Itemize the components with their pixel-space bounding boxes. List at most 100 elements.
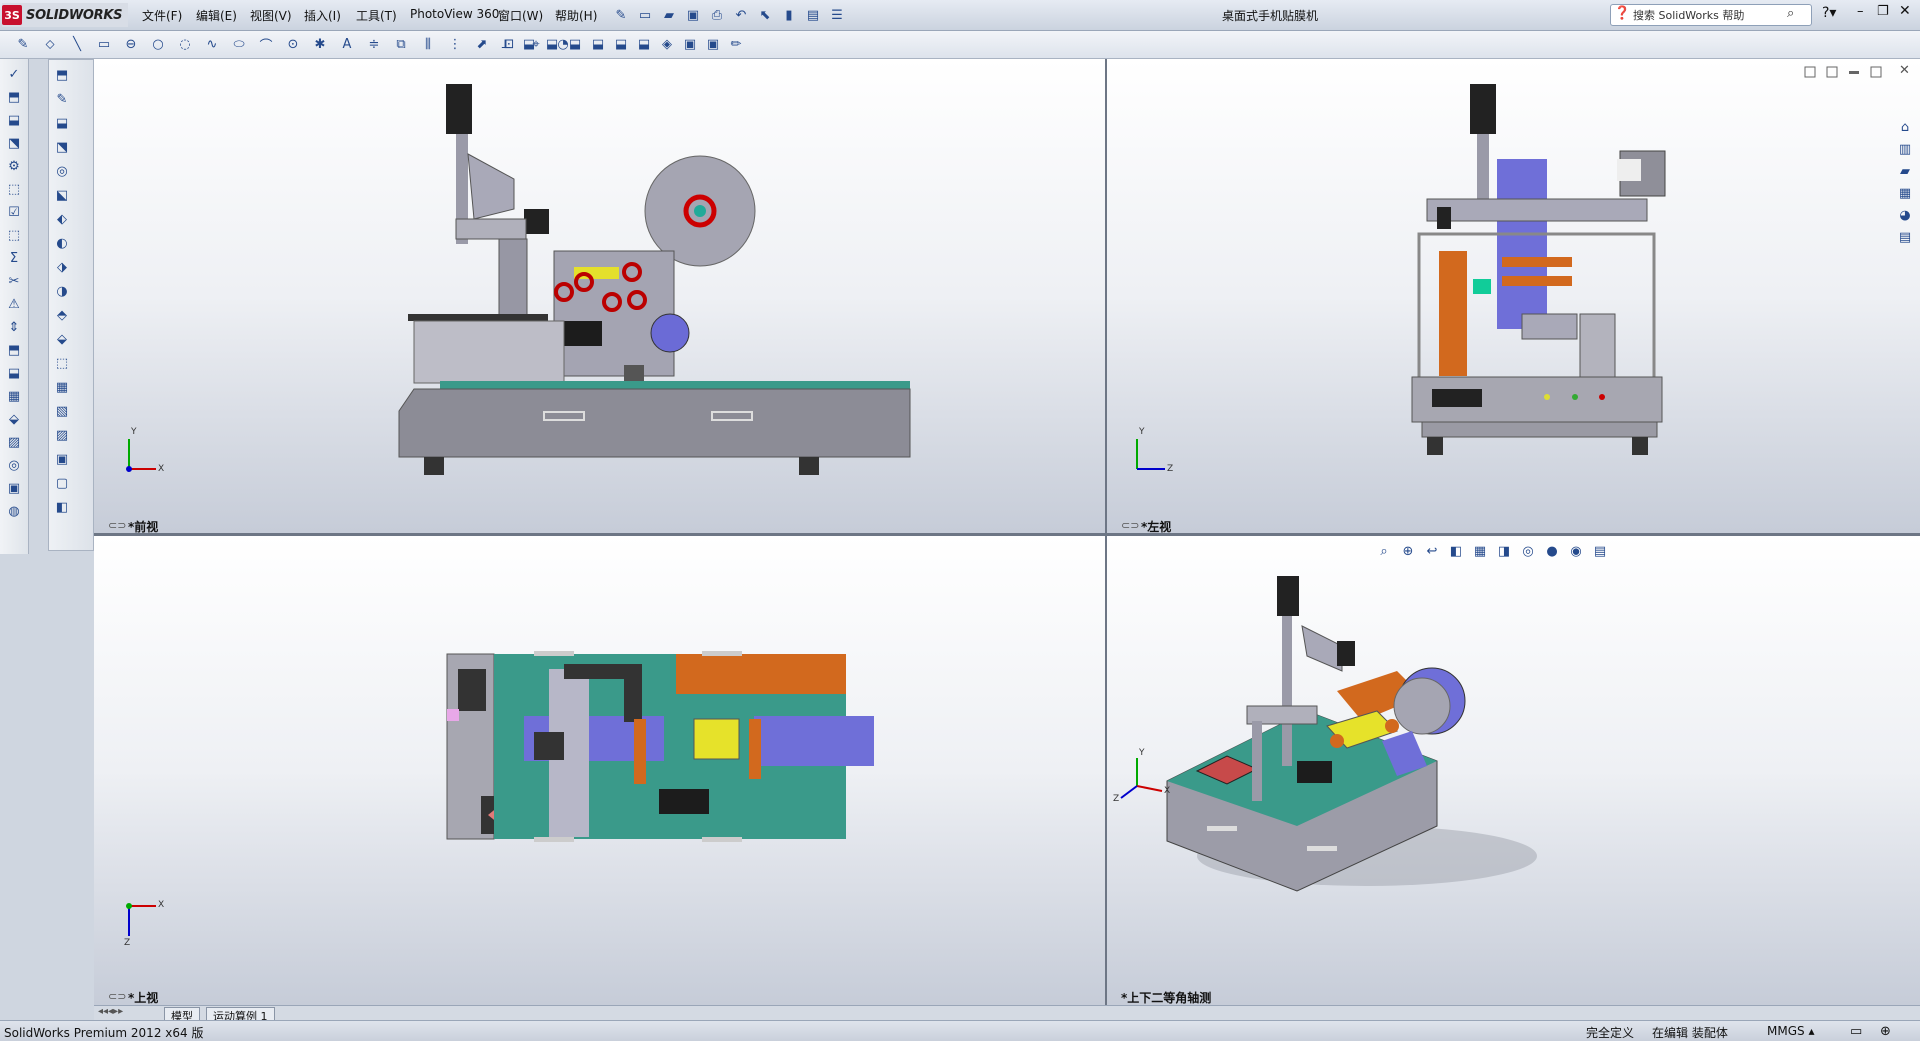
design-library-icon[interactable]: ▥ [1896,140,1914,158]
left-command-icon-9[interactable]: ✂ [5,272,23,290]
left-command-icon-11[interactable]: ⇕ [5,318,23,336]
view-back-icon[interactable]: ⬓ [543,35,561,53]
viewport-left[interactable]: Y Z ✕ ⊂⊃ *左视 [1107,59,1920,533]
help-dropdown-icon[interactable]: ?▾ [1822,5,1836,21]
feature-command-icon-15[interactable]: ▨ [53,426,71,444]
view-left-icon[interactable]: ⬓ [566,35,584,53]
offset-icon[interactable]: ≑ [365,35,383,53]
rectangle-icon[interactable]: ▭ [95,35,113,53]
viewport-splitter-horizontal[interactable] [94,533,1920,536]
undo-icon[interactable]: ↶ [732,6,750,24]
smart-dim-icon[interactable]: ⬦ [41,35,59,53]
feature-command-icon-6[interactable]: ⬖ [53,210,71,228]
view-orient-icon[interactable]: ⟂ [497,35,515,53]
menu-item-5[interactable]: PhotoView 360 [410,7,499,21]
left-command-icon-16[interactable]: ▨ [5,433,23,451]
view-top-icon[interactable]: ⬓ [612,35,630,53]
fillet-icon[interactable]: ⌒ [257,35,275,54]
viewport-top[interactable]: X Z ⊂⊃ *上视 [94,536,1105,1005]
status-zoom-icon[interactable]: ⊕ [1880,1024,1891,1039]
feature-command-icon-14[interactable]: ▧ [53,402,71,420]
left-command-icon-2[interactable]: ⬓ [5,111,23,129]
move-icon[interactable]: ⋮ [446,35,464,53]
feature-command-icon-4[interactable]: ◎ [53,162,71,180]
mirror-icon[interactable]: ⧉ [392,35,410,53]
feature-command-icon-17[interactable]: ▢ [53,474,71,492]
left-command-icon-1[interactable]: ⬒ [5,88,23,106]
print-icon[interactable]: ⎙ [708,6,726,24]
left-command-icon-4[interactable]: ⚙ [5,157,23,175]
left-command-icon-5[interactable]: ⬚ [5,180,23,198]
select-icon[interactable]: ⬉ [756,6,774,24]
resources-home-icon[interactable]: ⌂ [1896,118,1914,136]
view-right-icon[interactable]: ⬓ [589,35,607,53]
feature-command-icon-16[interactable]: ▣ [53,450,71,468]
file-explorer-icon[interactable]: ▰ [1896,162,1914,180]
view-front-icon[interactable]: ⬓ [520,35,538,53]
feature-command-icon-2[interactable]: ⬓ [53,114,71,132]
menu-item-4[interactable]: 工具(T) [356,7,397,24]
menu-item-6[interactable]: 窗口(W) [498,7,543,24]
left-command-icon-17[interactable]: ◎ [5,456,23,474]
left-command-icon-18[interactable]: ▣ [5,479,23,497]
left-command-icon-15[interactable]: ⬙ [5,410,23,428]
feature-command-icon-13[interactable]: ▦ [53,378,71,396]
status-toggle-icon[interactable]: ▭ [1850,1024,1862,1039]
viewport-isometric[interactable]: ⌕ ⊕ ↩ ◧ ▦ ◨ ◎ ● ◉ ▤ Y X Z *上下二等角轴测 [1107,536,1920,1005]
feature-command-icon-8[interactable]: ⬗ [53,258,71,276]
view-dimetric-icon[interactable]: ▣ [704,35,722,53]
line-icon[interactable]: ╲ [68,35,86,53]
view-bottom-icon[interactable]: ⬓ [635,35,653,53]
search-input[interactable]: 搜索 SolidWorks 帮助 [1633,7,1744,23]
left-command-icon-14[interactable]: ▦ [5,387,23,405]
point-icon[interactable]: ⊙ [284,35,302,53]
arc-icon[interactable]: ◌ [176,35,194,53]
feature-command-icon-9[interactable]: ◑ [53,282,71,300]
menu-item-3[interactable]: 插入(I) [304,7,341,24]
left-command-icon-6[interactable]: ☑ [5,203,23,221]
left-command-icon-12[interactable]: ⬒ [5,341,23,359]
view-iso-icon[interactable]: ◈ [658,35,676,53]
menu-item-2[interactable]: 视图(V) [250,7,292,24]
spline-icon[interactable]: ∿ [203,35,221,53]
feature-command-icon-11[interactable]: ⬙ [53,330,71,348]
restore-icon[interactable]: ❐ [1877,4,1889,19]
feature-command-icon-10[interactable]: ⬘ [53,306,71,324]
pin-icon[interactable]: ✎ [612,6,630,24]
left-command-icon-13[interactable]: ⬓ [5,364,23,382]
left-command-icon-7[interactable]: ⬚ [5,226,23,244]
text-icon[interactable]: ✱ [311,35,329,53]
left-command-icon-0[interactable]: ✓ [5,65,23,83]
circle-icon[interactable]: ○ [149,35,167,53]
slot-icon[interactable]: ⊖ [122,35,140,53]
status-units[interactable]: MMGS ▴ [1767,1024,1814,1038]
left-command-icon-10[interactable]: ⚠ [5,295,23,313]
normal-to-icon[interactable]: ✏ [727,35,745,53]
relations-icon[interactable]: ⬈ [473,35,491,53]
rebuild-icon[interactable]: ▮ [780,6,798,24]
view-palette-icon[interactable]: ▦ [1896,184,1914,202]
new-icon[interactable]: ▭ [636,6,654,24]
feature-command-icon-7[interactable]: ◐ [53,234,71,252]
left-command-icon-3[interactable]: ⬔ [5,134,23,152]
tab-scroll-arrows-icon[interactable]: ◂◂◂▸▸ [98,1006,123,1017]
left-command-icon-8[interactable]: Σ [5,249,23,267]
options-icon[interactable]: ☰ [828,6,846,24]
ellipse-icon[interactable]: ⬭ [230,35,248,53]
help-search-box[interactable]: ❓ 搜索 SolidWorks 帮助 ⌕ [1610,4,1812,26]
feature-command-icon-18[interactable]: ◧ [53,498,71,516]
feature-command-icon-5[interactable]: ⬕ [53,186,71,204]
close-icon[interactable]: ✕ [1899,3,1911,19]
save-icon[interactable]: ▣ [684,6,702,24]
minimize-icon[interactable]: – [1857,4,1864,19]
menu-item-0[interactable]: 文件(F) [142,7,182,24]
sketch-icon[interactable]: ✎ [14,35,32,53]
trim-icon[interactable]: A [338,35,356,53]
viewport-front[interactable]: Y X ⊂⊃ *前视 [94,59,1105,533]
file-props-icon[interactable]: ▤ [804,6,822,24]
search-icon[interactable]: ⌕ [1787,6,1794,21]
menu-item-1[interactable]: 编辑(E) [196,7,237,24]
left-command-icon-19[interactable]: ◍ [5,502,23,520]
viewport-splitter-vertical[interactable] [1105,59,1107,1005]
feature-command-icon-0[interactable]: ⬒ [53,66,71,84]
